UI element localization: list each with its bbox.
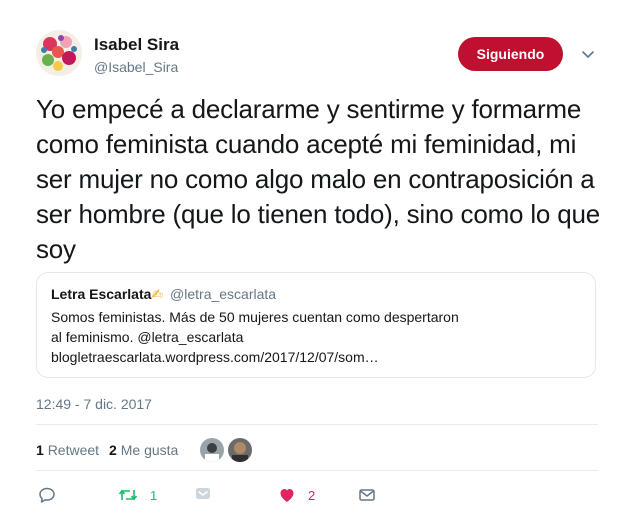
liker-avatar[interactable] <box>228 438 253 462</box>
quoted-tweet-text: Somos feministas. Más de 50 mujeres cuen… <box>51 309 459 345</box>
quoted-tweet-link: blogletraescarlata.wordpress.com/2017/12… <box>51 349 379 365</box>
author-handle[interactable]: @Isabel_Sira <box>94 59 178 75</box>
tweet-actions: 1 2 <box>36 483 596 507</box>
share-button[interactable] <box>358 483 376 507</box>
like-stat[interactable]: 2 Me gusta <box>109 442 178 458</box>
divider <box>36 470 598 471</box>
dm-icon <box>196 488 210 499</box>
heart-icon <box>280 489 294 502</box>
retweet-stat[interactable]: 1 Retweet <box>36 442 99 458</box>
quoted-tweet[interactable]: Letra Escarlata✍ @letra_escarlata Somos … <box>36 272 596 378</box>
chevron-down-icon[interactable] <box>580 46 596 62</box>
tweet-text: Yo empecé a declararme y sentirme y form… <box>36 94 600 264</box>
retweet-count: 1 <box>150 487 158 503</box>
quoted-tweet-header: Letra Escarlata✍ @letra_escarlata <box>51 285 581 303</box>
author-name[interactable]: Isabel Sira <box>94 35 179 55</box>
retweet-stat-label: Retweet <box>47 442 100 458</box>
retweet-stat-count: 1 <box>36 442 44 458</box>
quoted-author-name: Letra Escarlata <box>51 286 152 302</box>
quoted-author-handle: @letra_escarlata <box>170 286 277 302</box>
tweet-timestamp[interactable]: 12:49 - 7 dic. 2017 <box>36 396 152 412</box>
retweet-icon <box>118 489 138 501</box>
like-stat-label: Me gusta <box>120 442 179 458</box>
following-button[interactable]: Siguiendo <box>458 37 563 71</box>
like-button[interactable]: 2 <box>278 483 315 507</box>
reply-button[interactable] <box>38 483 56 507</box>
writing-hand-emoji: ✍ <box>151 286 164 302</box>
liker-avatar[interactable] <box>200 438 225 462</box>
like-count: 2 <box>308 487 316 503</box>
retweet-button[interactable]: 1 <box>118 483 157 507</box>
envelope-icon <box>359 489 375 501</box>
divider <box>36 424 598 425</box>
reply-icon <box>39 487 55 503</box>
like-stat-count: 2 <box>109 442 117 458</box>
author-avatar[interactable] <box>36 30 82 76</box>
tweet-stats: 1 Retweet 2 Me gusta <box>36 438 253 462</box>
direct-message-button[interactable] <box>194 483 212 507</box>
